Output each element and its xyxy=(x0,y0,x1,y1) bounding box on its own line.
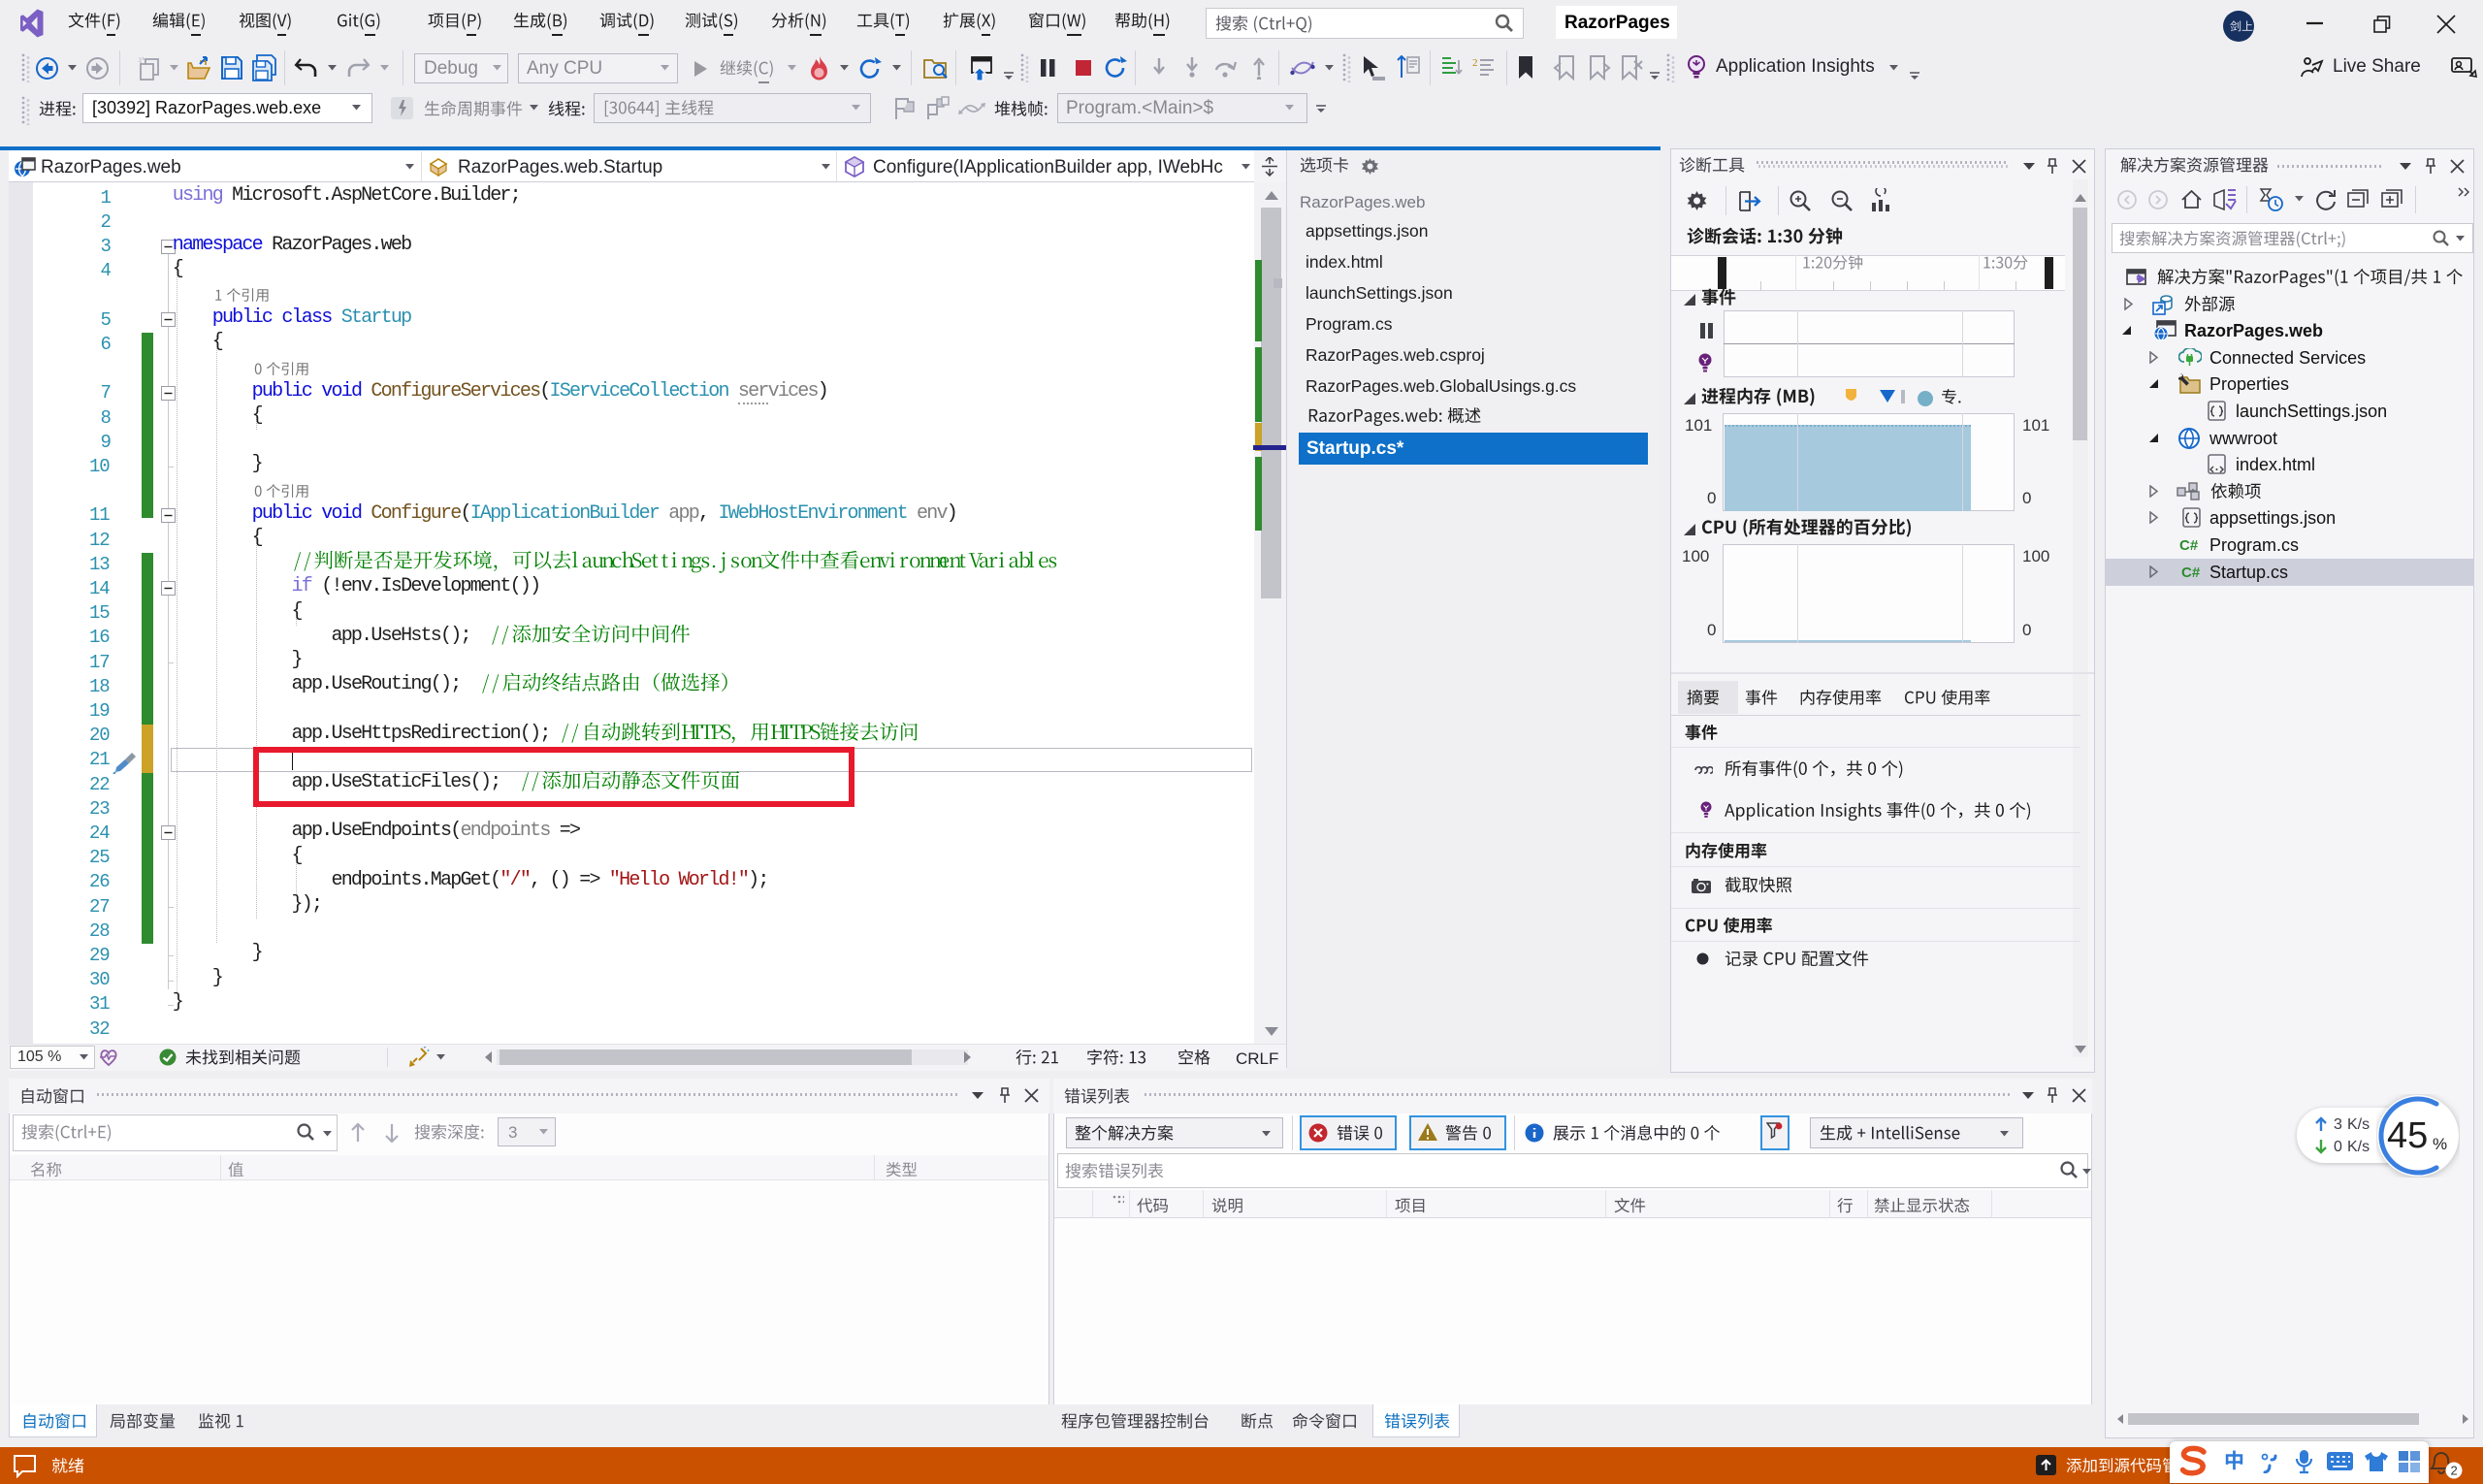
svg-text:C#: C# xyxy=(2179,537,2199,554)
svg-text:2: 2 xyxy=(1472,57,1478,69)
svg-text:C#: C# xyxy=(2181,565,2201,581)
svg-text:2: 2 xyxy=(2451,1464,2458,1478)
